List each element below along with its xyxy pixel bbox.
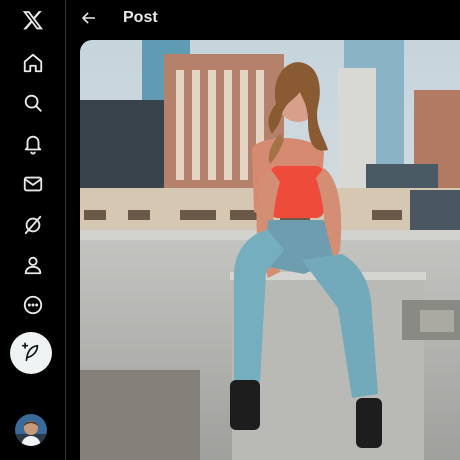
nav-home[interactable]: [13, 43, 53, 83]
envelope-icon: [23, 176, 43, 192]
x-logo-icon[interactable]: [13, 0, 53, 40]
nav-notifications[interactable]: [13, 124, 53, 164]
header: Post: [67, 0, 460, 36]
nav-messages[interactable]: [13, 164, 53, 204]
feather-plus-icon: [21, 342, 39, 362]
nav-grok[interactable]: [13, 205, 53, 245]
more-circle-icon: [23, 295, 43, 315]
home-icon: [23, 53, 43, 73]
sidebar: [0, 0, 66, 460]
nav-profile[interactable]: [13, 245, 53, 285]
nav-explore[interactable]: [13, 83, 53, 123]
arrow-left-icon: [82, 12, 96, 24]
compose-button[interactable]: [10, 332, 52, 374]
post-photo[interactable]: [80, 40, 460, 460]
nav-more[interactable]: [13, 285, 53, 325]
back-button[interactable]: [69, 0, 109, 36]
search-icon: [24, 94, 42, 112]
grok-icon: [24, 215, 42, 235]
bell-icon: [24, 135, 42, 155]
person-icon: [24, 256, 42, 275]
page-title: Post: [123, 9, 158, 26]
avatar[interactable]: [15, 414, 47, 446]
